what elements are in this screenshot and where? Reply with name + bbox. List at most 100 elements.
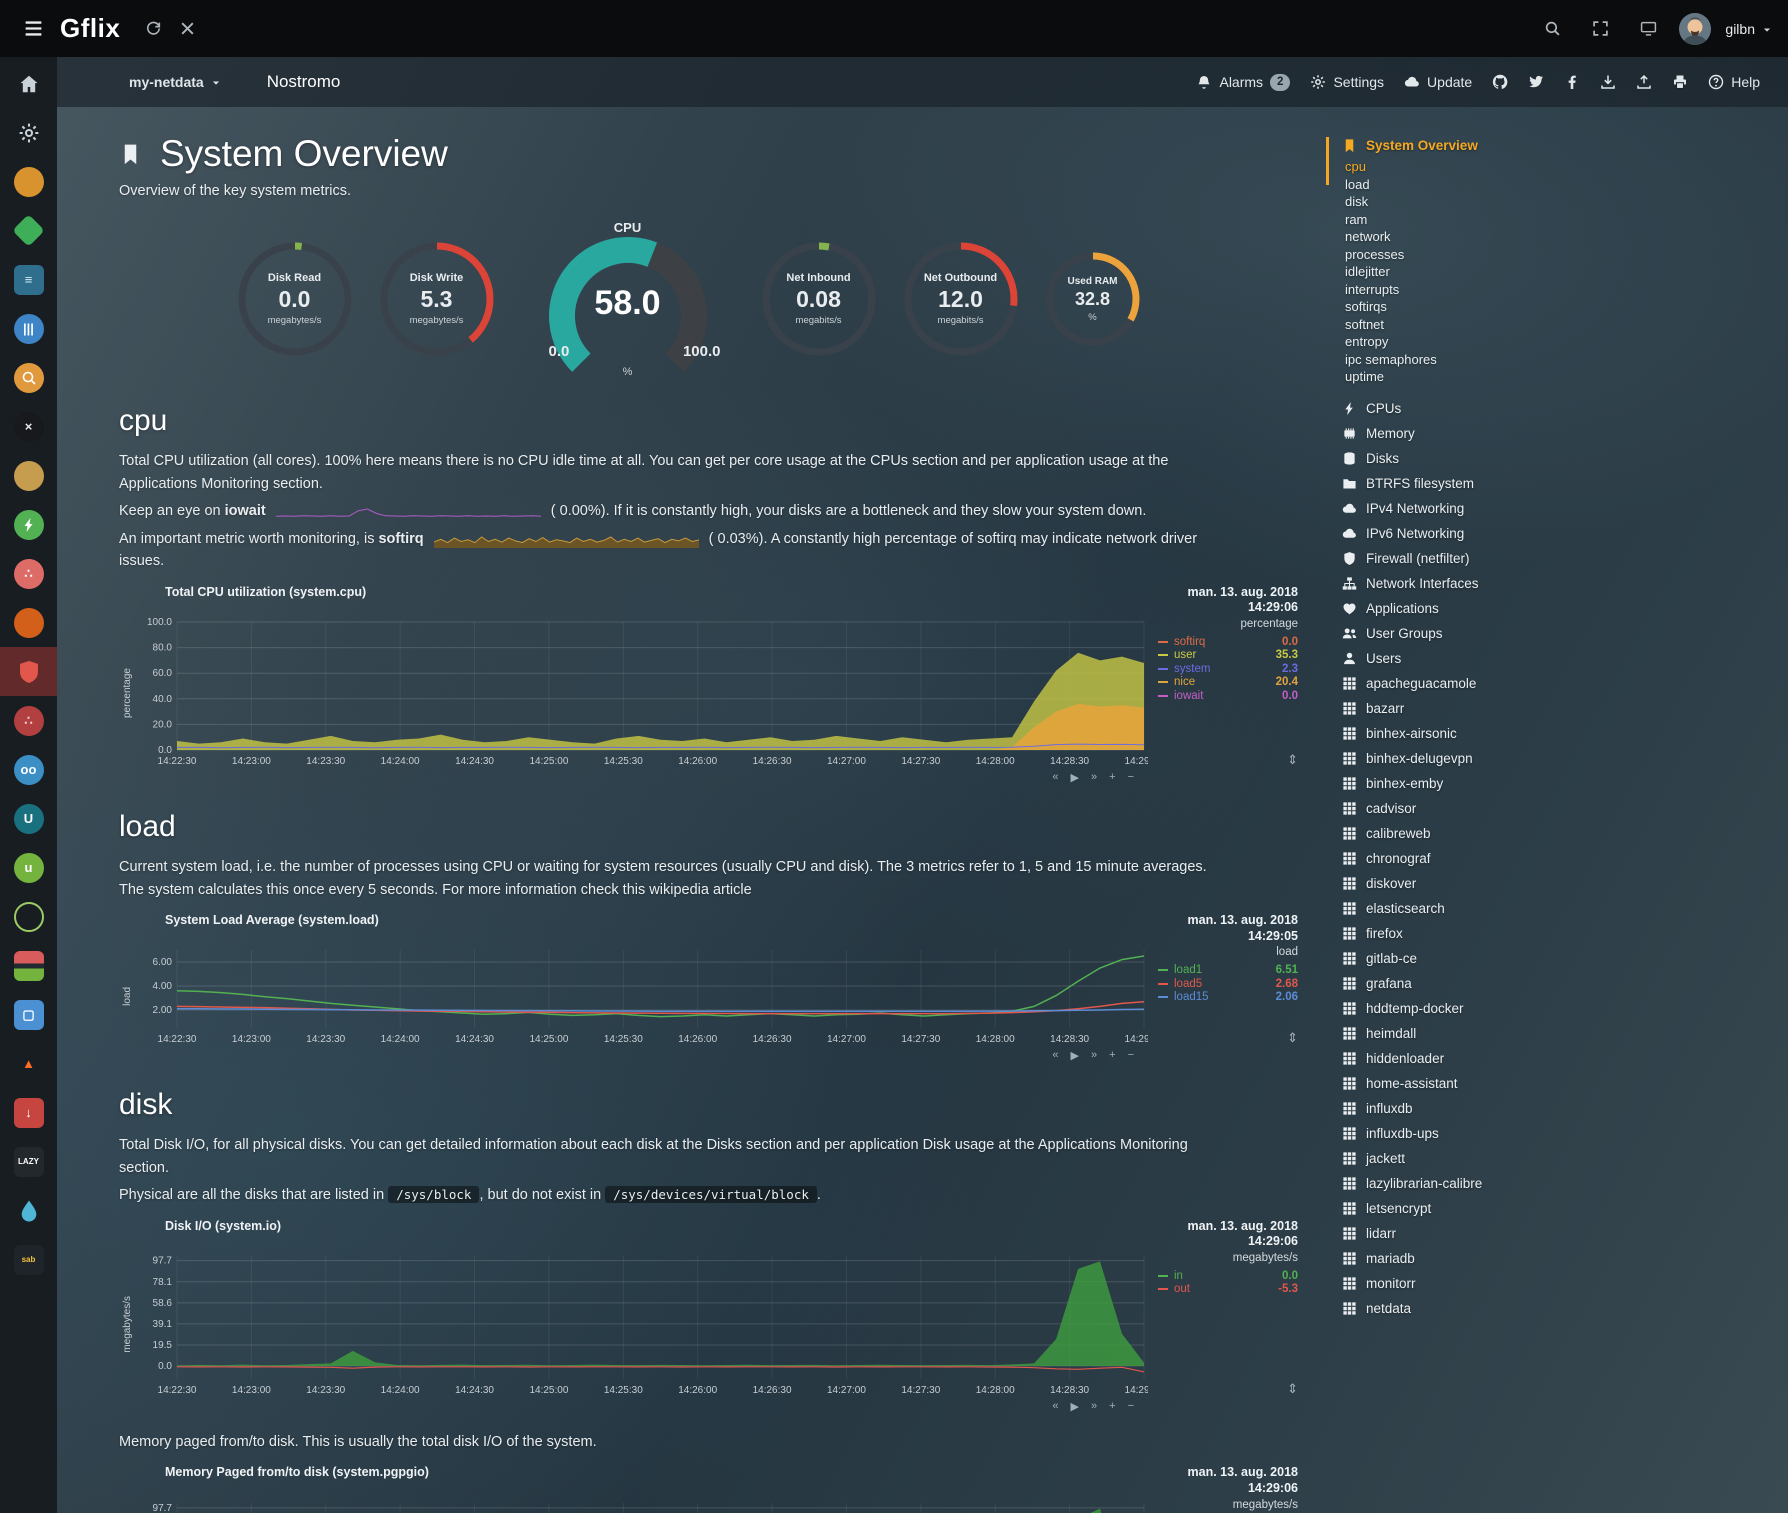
nav-idlejitter[interactable]: idlejitter <box>1342 263 1788 281</box>
zoom-in-button[interactable]: + <box>1109 1400 1115 1413</box>
zoom-in-button[interactable]: + <box>1109 1049 1115 1062</box>
app-icon-21[interactable]: LAZY <box>0 1137 57 1186</box>
legend-item-out[interactable]: out-5.3 <box>1158 1282 1298 1296</box>
app-icon-22[interactable] <box>0 1186 57 1235</box>
nav-hiddenloader[interactable]: hiddenloader <box>1342 1046 1788 1071</box>
nav-processes[interactable]: processes <box>1342 246 1788 264</box>
nav-elasticsearch[interactable]: elasticsearch <box>1342 896 1788 921</box>
nav-mariadb[interactable]: mariadb <box>1342 1246 1788 1271</box>
pan-left-button[interactable]: « <box>1052 1049 1058 1062</box>
twitter-link[interactable] <box>1528 74 1544 90</box>
legend-item-load1[interactable]: load16.51 <box>1158 963 1298 977</box>
nav-binhex-airsonic[interactable]: binhex-airsonic <box>1342 721 1788 746</box>
fullscreen-icon[interactable] <box>1583 12 1617 46</box>
app-icon-6[interactable]: × <box>0 402 57 451</box>
chart-resize-handle[interactable]: ⇕ <box>1158 752 1298 768</box>
nav-users[interactable]: Users <box>1342 646 1788 671</box>
app-icon-7[interactable] <box>0 451 57 500</box>
export-snapshot-button[interactable] <box>1636 74 1652 90</box>
app-icon-9[interactable]: ∴ <box>0 549 57 598</box>
nav-ram[interactable]: ram <box>1342 211 1788 229</box>
nav-lazylibrarian-calibre[interactable]: lazylibrarian-calibre <box>1342 1171 1788 1196</box>
alarms-button[interactable]: Alarms2 <box>1196 74 1290 91</box>
nav-lidarr[interactable]: lidarr <box>1342 1221 1788 1246</box>
zoom-out-button[interactable]: − <box>1128 1049 1134 1062</box>
nav-btrfs-filesystem[interactable]: BTRFS filesystem <box>1342 471 1788 496</box>
search-icon[interactable] <box>1535 12 1569 46</box>
nav-monitorr[interactable]: monitorr <box>1342 1271 1788 1296</box>
app-icon-1[interactable] <box>0 157 57 206</box>
nav-cpus[interactable]: CPUs <box>1342 396 1788 421</box>
app-icon-3[interactable]: ≡ <box>0 255 57 304</box>
app-icon-10[interactable] <box>0 598 57 647</box>
nav-applications[interactable]: Applications <box>1342 596 1788 621</box>
pan-left-button[interactable]: « <box>1052 1400 1058 1413</box>
app-icon-16[interactable] <box>0 892 57 941</box>
nav-ipv4-networking[interactable]: IPv4 Networking <box>1342 496 1788 521</box>
nav-load[interactable]: load <box>1342 176 1788 194</box>
nav-netdata[interactable]: netdata <box>1342 1296 1788 1321</box>
hamburger-menu-icon[interactable] <box>16 12 50 46</box>
legend-item-system[interactable]: system2.3 <box>1158 662 1298 676</box>
app-icon-12[interactable]: ∴ <box>0 696 57 745</box>
chart-resize-handle[interactable]: ⇕ <box>1158 1381 1298 1397</box>
gauge-net-outbound[interactable]: Net Outbound12.0megabits/s <box>903 241 1019 357</box>
nav-heimdall[interactable]: heimdall <box>1342 1021 1788 1046</box>
gauge-used-ram[interactable]: Used RAM32.8% <box>1045 251 1141 347</box>
gauge-disk-write[interactable]: Disk Write5.3megabytes/s <box>379 241 495 357</box>
settings-icon[interactable] <box>0 108 57 157</box>
server-dropdown[interactable]: my-netdata <box>129 74 221 90</box>
app-icon-8[interactable] <box>0 500 57 549</box>
app-icon-23[interactable]: sab <box>0 1235 57 1284</box>
nav-diskover[interactable]: diskover <box>1342 871 1788 896</box>
print-button[interactable] <box>1672 74 1688 90</box>
play-button[interactable]: ▶ <box>1071 1400 1079 1413</box>
github-link[interactable] <box>1492 74 1508 90</box>
chart-resize-handle[interactable]: ⇕ <box>1158 1030 1298 1046</box>
nav-interrupts[interactable]: interrupts <box>1342 281 1788 299</box>
app-icon-5[interactable] <box>0 353 57 402</box>
multi-window-icon[interactable] <box>1631 12 1665 46</box>
user-menu[interactable]: gilbn <box>1725 21 1772 37</box>
nav-entropy[interactable]: entropy <box>1342 333 1788 351</box>
nav-network[interactable]: network <box>1342 228 1788 246</box>
nav-ipv6-networking[interactable]: IPv6 Networking <box>1342 521 1788 546</box>
help-button[interactable]: Help <box>1708 74 1760 90</box>
nav-grafana[interactable]: grafana <box>1342 971 1788 996</box>
nav-gitlab-ce[interactable]: gitlab-ce <box>1342 946 1788 971</box>
nav-disks[interactable]: Disks <box>1342 446 1788 471</box>
app-icon-2[interactable] <box>0 206 57 255</box>
facebook-link[interactable] <box>1564 74 1580 90</box>
play-button[interactable]: ▶ <box>1071 1049 1079 1062</box>
app-icon-13[interactable]: oo <box>0 745 57 794</box>
gauge-disk-read[interactable]: Disk Read0.0megabytes/s <box>237 241 353 357</box>
chart-plot-area[interactable]: 14:22:3014:23:0014:23:3014:24:0014:24:30… <box>135 1499 1148 1513</box>
legend-item-in[interactable]: in0.0 <box>1158 1269 1298 1283</box>
legend-item-nice[interactable]: nice20.4 <box>1158 676 1298 690</box>
nav-ipc-semaphores[interactable]: ipc semaphores <box>1342 351 1788 369</box>
chart-plot-area[interactable]: 14:22:3014:23:0014:23:3014:24:0014:24:30… <box>135 618 1148 768</box>
nav-apacheguacamole[interactable]: apacheguacamole <box>1342 671 1788 696</box>
nav-hddtemp-docker[interactable]: hddtemp-docker <box>1342 996 1788 1021</box>
nav-calibreweb[interactable]: calibreweb <box>1342 821 1788 846</box>
legend-item-iowait[interactable]: iowait0.0 <box>1158 689 1298 703</box>
legend-item-softirq[interactable]: softirq0.0 <box>1158 635 1298 649</box>
play-button[interactable]: ▶ <box>1071 771 1079 784</box>
home-icon[interactable] <box>0 59 57 108</box>
zoom-in-button[interactable]: + <box>1109 771 1115 784</box>
wikipedia-link[interactable]: wikipedia article <box>649 882 751 898</box>
nav-disk[interactable]: disk <box>1342 193 1788 211</box>
refresh-tab-icon[interactable] <box>136 12 170 46</box>
update-button[interactable]: Update <box>1404 74 1472 90</box>
chart-plot-area[interactable]: 14:22:3014:23:0014:23:3014:24:0014:24:30… <box>135 1252 1148 1397</box>
nav-memory[interactable]: Memory <box>1342 421 1788 446</box>
nav-firefox[interactable]: firefox <box>1342 921 1788 946</box>
nav-letsencrypt[interactable]: letsencrypt <box>1342 1196 1788 1221</box>
nav-uptime[interactable]: uptime <box>1342 368 1788 386</box>
nav-cadvisor[interactable]: cadvisor <box>1342 796 1788 821</box>
import-snapshot-button[interactable] <box>1600 74 1616 90</box>
app-icon-14[interactable]: U <box>0 794 57 843</box>
zoom-out-button[interactable]: − <box>1128 771 1134 784</box>
nav-influxdb-ups[interactable]: influxdb-ups <box>1342 1121 1788 1146</box>
legend-item-load5[interactable]: load52.68 <box>1158 977 1298 991</box>
